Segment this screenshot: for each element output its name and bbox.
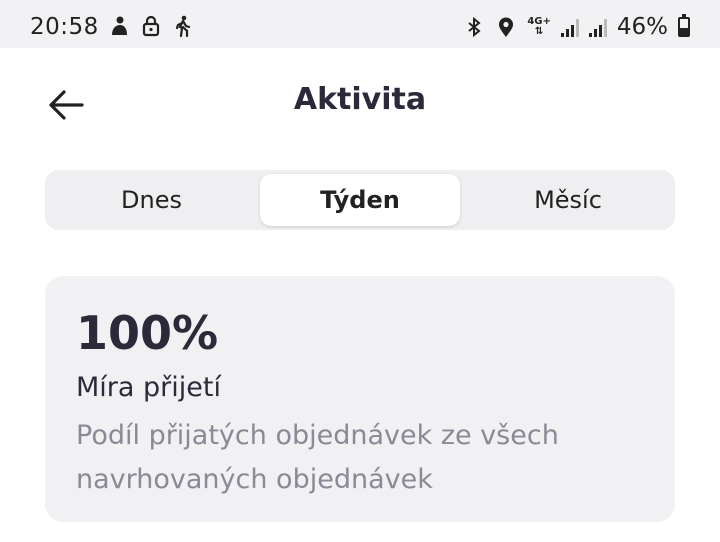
lock-icon <box>142 15 160 37</box>
signal-icon <box>560 17 579 37</box>
tab-mesic[interactable]: Měsíc <box>465 174 671 226</box>
status-bar: 20:58 4G+ ⇅ 46% <box>0 0 720 48</box>
status-time: 20:58 <box>30 14 99 40</box>
location-icon <box>499 17 514 37</box>
acceptance-rate-card: 100% Míra přijetí Podíl přijatých objedn… <box>45 276 675 522</box>
battery-icon <box>678 14 690 37</box>
period-segmented-control: Dnes Týden Měsíc <box>45 170 675 230</box>
status-left-icons <box>108 15 194 37</box>
signal-icon <box>588 17 607 37</box>
tab-dnes[interactable]: Dnes <box>49 174 254 226</box>
walking-icon <box>175 15 191 37</box>
bluetooth-icon <box>468 16 481 38</box>
acceptance-rate-label: Míra přijetí <box>76 372 221 403</box>
page-title: Aktivita <box>293 82 427 117</box>
acceptance-rate-value: 100% <box>76 306 219 360</box>
acceptance-rate-description: Podíl přijatých objednávek ze všech navr… <box>76 420 559 495</box>
app-bar: Aktivita <box>0 48 720 158</box>
tab-tyden[interactable]: Týden <box>260 174 460 226</box>
network-4g-icon: 4G+ ⇅ <box>527 17 551 37</box>
data-arrows-icon: ⇅ <box>534 26 544 37</box>
user-status-icon <box>112 16 127 35</box>
battery-percent: 46% <box>616 14 668 40</box>
status-right-icons: 4G+ ⇅ 46% <box>463 14 690 40</box>
